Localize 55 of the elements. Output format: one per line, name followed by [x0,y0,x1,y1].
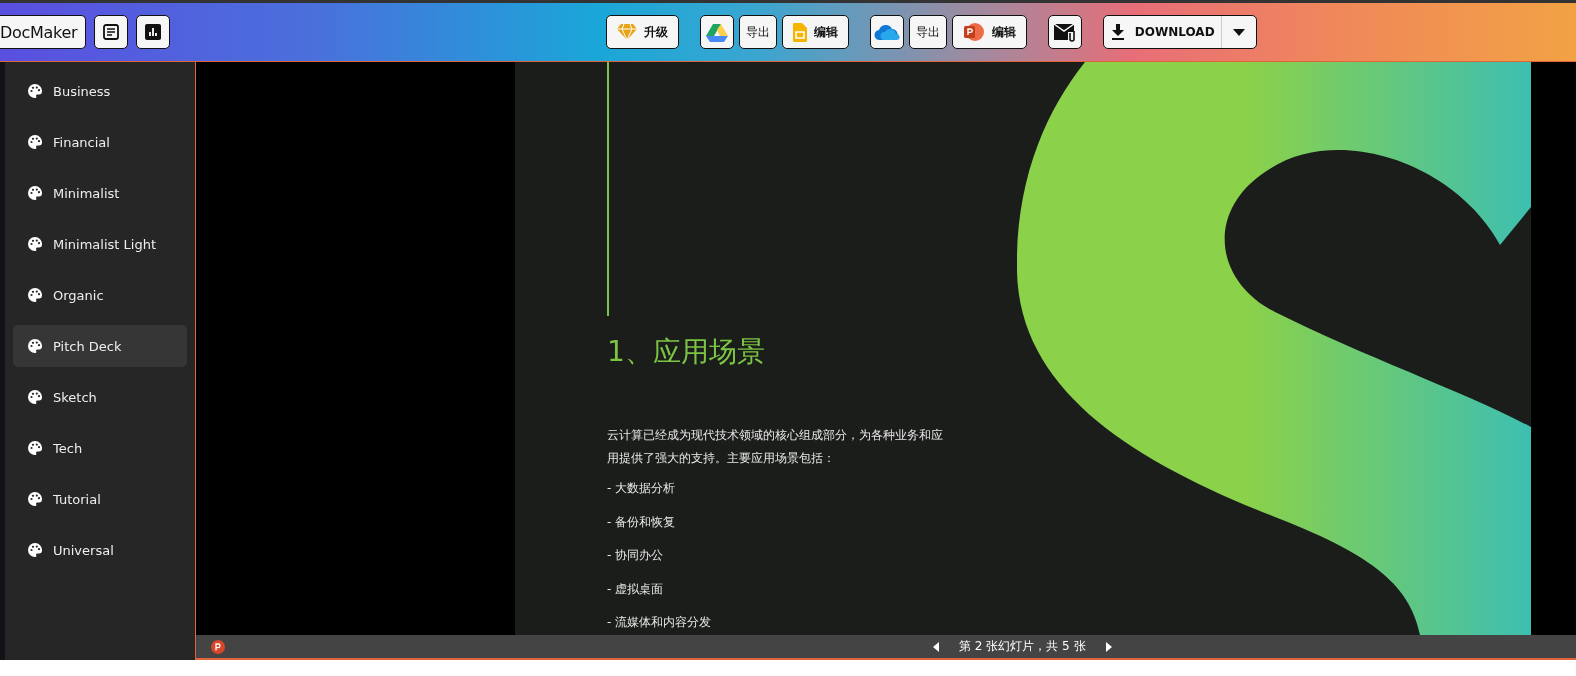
theme-item[interactable]: Minimalist Light [13,223,187,265]
bar-chart-icon [144,23,163,41]
cloud-icon-button[interactable] [870,15,905,49]
presentation-file-icon [963,22,986,42]
theme-item[interactable]: Business [13,70,187,112]
right-triangle-icon [1105,641,1112,652]
palette-icon [28,186,42,200]
previous-slide-button[interactable] [931,639,941,654]
theme-item[interactable]: Sketch [13,376,187,418]
bullet-item: - 备份和恢复 [607,513,677,530]
theme-item[interactable]: Organic [13,274,187,316]
bullet-item: - 大数据分析 [607,480,677,496]
theme-item[interactable]: Universal [13,529,187,571]
cloud-icon [874,23,901,41]
theme-item[interactable]: Pitch Deck [13,325,187,367]
palette-icon [28,390,42,404]
bullet-item: - 流媒体和内容分发 [607,614,713,630]
palette-icon [28,237,42,251]
slide-paragraph: 云计算已经成为现代技术领域的核心组成部分，为各种业务和应用提供了强大的支持。主要应用场景包括： [607,427,943,467]
drive-triangle-icon [706,22,729,42]
mail-attachment-icon [1053,21,1078,43]
caret-icon [1233,28,1246,36]
palette-icon [28,135,42,149]
download-button[interactable]: DOWNLOAD [1104,16,1223,48]
export-button[interactable]: 导出 [909,15,948,49]
slide-counter: 第 2 张幻灯片，共 5 张 [959,638,1086,655]
upgrade-button[interactable]: 升级 [606,15,680,49]
bullet-item: - 协同办公 [607,547,665,563]
left-triangle-icon [933,641,939,652]
palette-icon [28,339,42,353]
bullet-item: - 虚拟桌面 [607,580,665,597]
export-button[interactable]: 导出 [739,15,778,49]
diamond-icon [617,23,638,41]
palette-icon [28,543,42,557]
slide-heading: 1、应用场景 [607,334,766,370]
mail-icon-button[interactable] [1048,15,1083,49]
palette-icon [28,492,42,506]
presentation-icon [211,639,225,654]
download-icon [1110,24,1125,40]
drive-icon-button[interactable] [700,15,735,49]
edit-button[interactable]: 编辑 [952,15,1028,49]
document-icon [102,23,121,41]
theme-item[interactable]: Financial [13,121,187,163]
palette-icon [28,288,42,302]
edit-button[interactable]: 编辑 [782,15,850,49]
theme-item[interactable]: Minimalist [13,172,187,214]
theme-item[interactable]: Tech [13,427,187,469]
theme-item[interactable]: Tutorial [13,478,187,520]
document-icon-button[interactable] [94,15,129,49]
chart-icon-button[interactable] [136,15,171,49]
palette-icon [28,441,42,455]
brand-button[interactable]: DocMaker [0,15,87,49]
slides-file-icon [793,22,808,42]
next-slide-button[interactable] [1103,639,1114,654]
palette-icon [28,84,42,98]
